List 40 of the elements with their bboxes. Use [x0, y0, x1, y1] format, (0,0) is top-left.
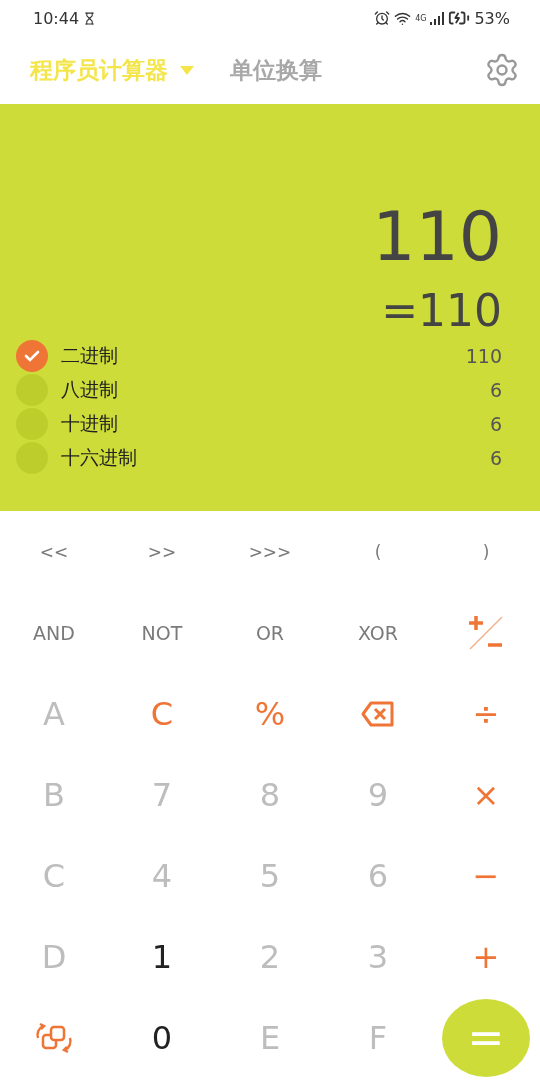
base-label: 二进制	[61, 343, 118, 368]
operator-key[interactable]: ×	[464, 766, 508, 823]
base-value: 6	[489, 447, 502, 469]
base-value: 6	[489, 413, 502, 435]
mode-tab[interactable]: 单位换算	[230, 54, 322, 86]
clock-time: 10:44	[33, 8, 80, 28]
swap-icon	[35, 1021, 73, 1054]
equals-button[interactable]: =	[442, 998, 530, 1077]
operator-key[interactable]: +	[464, 928, 508, 985]
operator-key[interactable]: <<	[32, 523, 76, 580]
signal-icon	[430, 11, 445, 25]
settings-icon[interactable]	[484, 52, 520, 88]
battery-level: 53%	[474, 8, 510, 28]
operator-key[interactable]: >>	[140, 523, 184, 580]
base-label: 八进制	[61, 377, 118, 402]
base-label: 十六进制	[61, 445, 137, 470]
hourglass-icon	[83, 11, 97, 25]
check-icon	[24, 350, 40, 362]
operator-key[interactable]: (	[356, 523, 400, 580]
expression-text: 110	[372, 203, 502, 271]
operator-key[interactable]: )	[464, 523, 508, 580]
base-value: 110	[465, 345, 502, 367]
base-label: 十进制	[61, 411, 118, 436]
alarm-icon	[374, 10, 391, 26]
base-value: 6	[489, 379, 502, 401]
network-type: 4G	[415, 13, 427, 23]
radio-button[interactable]	[16, 340, 48, 372]
operator-key[interactable]: %	[248, 685, 292, 742]
operator-key[interactable]: >>>	[248, 523, 292, 580]
logic-key[interactable]: NOT	[140, 604, 184, 661]
operator-key[interactable]: −	[464, 847, 508, 904]
logic-key[interactable]: AND	[32, 604, 76, 661]
logic-key[interactable]: OR	[248, 604, 292, 661]
operator-key[interactable]: ÷	[464, 685, 508, 742]
result-text: =110	[381, 289, 502, 333]
backspace-icon	[361, 700, 395, 727]
digit-key[interactable]: 0	[140, 1009, 184, 1066]
operator-key[interactable]: C	[140, 685, 184, 742]
digit-key[interactable]: 1	[140, 928, 184, 985]
logic-key[interactable]: XOR	[356, 604, 400, 661]
